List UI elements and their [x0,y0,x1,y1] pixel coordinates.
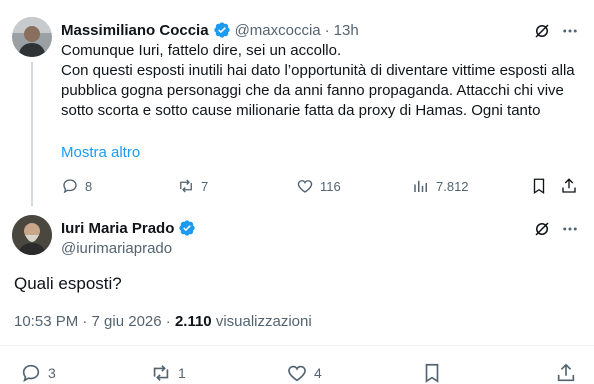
reply-button[interactable]: 8 [61,177,92,195]
like-icon [288,365,306,382]
timestamp[interactable]: 10:53 PM · 7 giu 2026 · [14,313,171,330]
tweet-header: Massimiliano Coccia @maxcoccia · 13h [61,21,359,39]
repost-icon [153,365,169,381]
views-button[interactable]: 7.812 [412,177,469,195]
avatar[interactable] [12,17,52,57]
reply-icon [63,179,77,194]
bookmark-icon[interactable] [421,362,443,384]
separator: · [324,21,330,39]
like-count: 116 [320,178,341,194]
more-icon[interactable] [561,22,579,40]
reply-count: 3 [48,365,56,381]
like-count: 4 [314,365,322,381]
author-handle[interactable]: @maxcoccia [235,22,321,39]
grok-icon[interactable] [533,220,551,238]
tweet-meta: 10:53 PM · 7 giu 2026 · 2.110 visualizza… [14,313,312,330]
repost-count: 7 [201,178,209,194]
author-name[interactable]: Massimiliano Coccia [61,22,209,39]
reply-count: 8 [85,178,93,194]
like-button[interactable]: 116 [296,177,341,195]
repost-count: 1 [178,365,186,381]
like-icon [297,180,313,193]
reply-button[interactable]: 3 [20,362,56,384]
show-more-link[interactable]: Mostra altro [61,144,140,161]
repost-button[interactable]: 7 [177,177,208,195]
views-label: visualizzazioni [215,313,312,330]
grok-icon[interactable] [533,22,551,40]
divider [0,345,594,346]
repost-button[interactable]: 1 [150,362,186,384]
repost-icon [180,179,192,193]
bookmark-icon[interactable] [530,177,548,195]
avatar[interactable] [12,215,52,255]
tweet-header: Iuri Maria Prado [61,219,196,237]
author-name[interactable]: Iuri Maria Prado [61,220,174,237]
views-icon [414,180,427,192]
share-icon[interactable] [560,177,578,195]
reply-icon [22,364,40,383]
verified-badge-icon [213,21,231,39]
thread-line [31,62,33,206]
views-count: 7.812 [436,178,469,194]
tweet-text: Comunque Iuri, fattelo dire, sei un acco… [61,42,575,119]
author-handle[interactable]: @iurimariaprado [61,240,172,257]
verified-badge-icon [178,219,196,237]
share-icon[interactable] [555,362,577,384]
tweet-text: Quali esposti? [14,274,122,293]
like-button[interactable]: 4 [286,362,322,384]
views-count: 2.110 [174,313,212,330]
timestamp[interactable]: 13h [334,22,359,39]
more-icon[interactable] [561,220,579,238]
